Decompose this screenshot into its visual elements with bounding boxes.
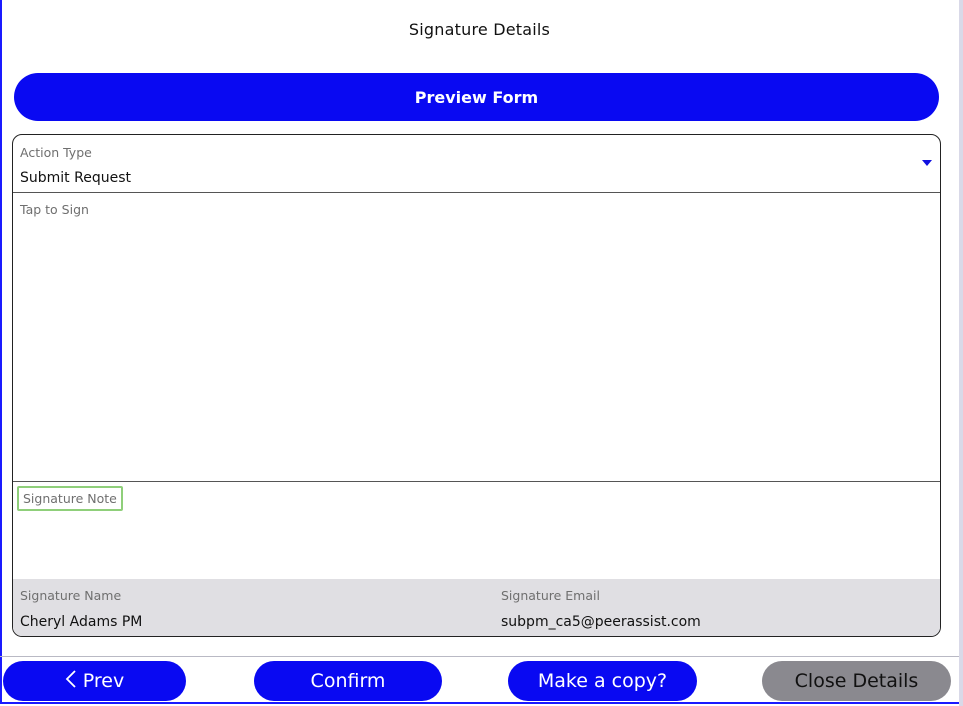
signer-info-row: Signature Name Cheryl Adams PM Signature…: [13, 579, 940, 636]
signature-name-label: Signature Name: [20, 588, 122, 603]
signature-note-label: Signature Note: [17, 486, 123, 511]
signature-form-card: Action Type Submit Request Tap to Sign S…: [12, 134, 941, 637]
chevron-left-icon: [65, 669, 77, 694]
prev-label: Prev: [82, 670, 125, 692]
signature-email-label: Signature Email: [501, 588, 600, 603]
make-copy-button[interactable]: Make a copy?: [508, 661, 697, 701]
page-title: Signature Details: [408, 20, 551, 39]
signature-name-value: Cheryl Adams PM: [20, 614, 143, 630]
chevron-down-icon[interactable]: [922, 160, 932, 166]
prev-button[interactable]: Prev: [3, 661, 186, 701]
action-type-label: Action Type: [20, 145, 92, 160]
signature-pad[interactable]: Tap to Sign: [13, 193, 940, 482]
footer-divider: [0, 656, 959, 657]
preview-form-button[interactable]: Preview Form: [14, 73, 939, 121]
action-type-value: Submit Request: [20, 170, 131, 186]
signature-pad-label: Tap to Sign: [20, 202, 89, 217]
confirm-button[interactable]: Confirm: [254, 661, 442, 701]
action-type-dropdown[interactable]: Action Type Submit Request: [13, 135, 940, 193]
signature-email-value: subpm_ca5@peerassist.com: [501, 614, 701, 630]
signature-note-input[interactable]: Signature Note: [13, 482, 940, 578]
close-details-button[interactable]: Close Details: [762, 661, 951, 701]
window-edge: [959, 0, 963, 706]
